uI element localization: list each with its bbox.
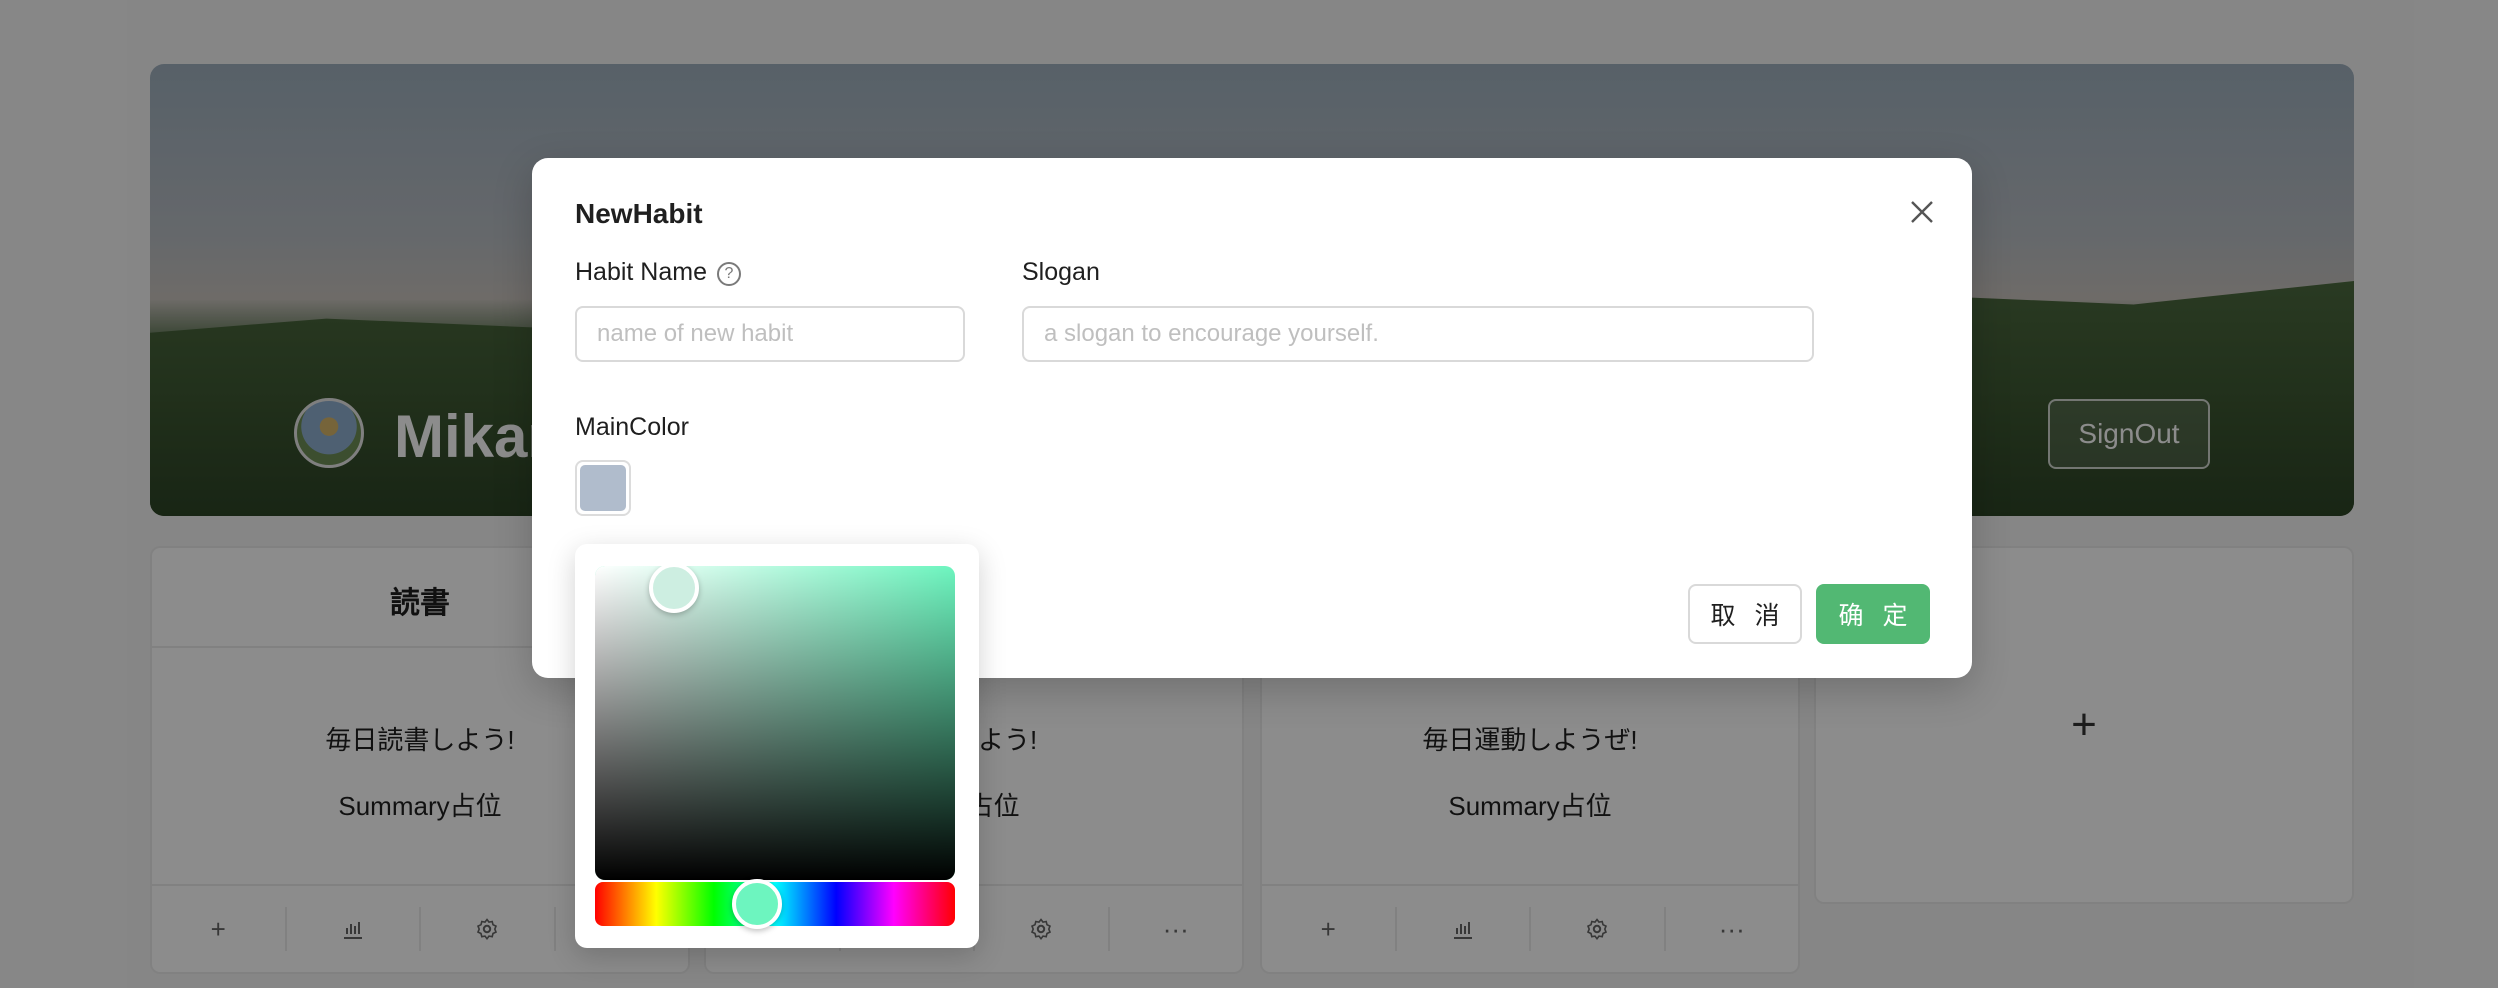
color-swatch-trigger[interactable] [575,460,631,516]
black-layer [595,566,955,880]
color-picker-popover [575,544,979,948]
slogan-input[interactable] [1022,306,1814,362]
cancel-button[interactable]: 取 消 [1688,584,1802,644]
habit-name-input[interactable] [575,306,965,362]
hue-slider[interactable] [595,879,955,929]
confirm-button[interactable]: 确 定 [1816,584,1930,644]
close-button[interactable] [1902,192,1942,232]
habit-name-label: Habit Name? [575,258,741,287]
selected-color [580,465,626,511]
saturation-panel[interactable] [595,566,955,880]
question-circle-icon[interactable]: ? [717,262,741,286]
slogan-label: Slogan [1022,258,1100,286]
habit-name-label-text: Habit Name [575,258,707,286]
main-color-label: MainColor [575,413,689,441]
hue-handle[interactable] [732,879,782,929]
close-icon [1911,201,1933,223]
modal-title: NewHabit [575,198,703,229]
